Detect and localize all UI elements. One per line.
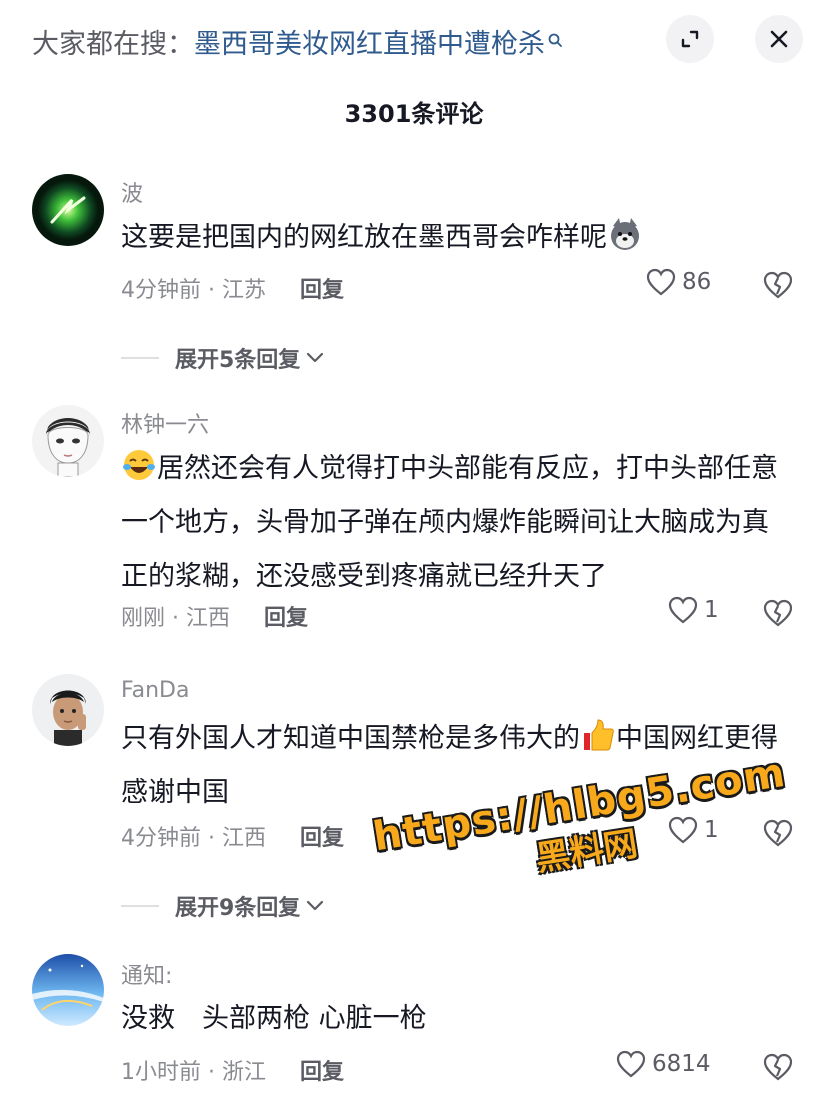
thumbs-up-emoji-icon [580, 717, 616, 753]
divider-line [121, 357, 159, 359]
username[interactable]: 通知: [121, 958, 172, 990]
reply-button[interactable]: 回复 [264, 606, 308, 631]
dislike-button[interactable] [762, 598, 794, 632]
dislike-button[interactable] [762, 270, 794, 304]
like-button[interactable]: 1 [668, 596, 719, 624]
username[interactable]: 波 [121, 176, 143, 208]
heart-icon [616, 1050, 646, 1078]
like-button[interactable]: 6814 [616, 1050, 711, 1078]
close-button[interactable] [755, 15, 803, 63]
comment-text-content: 这要是把国内的网红放在墨西哥会咋样呢 [121, 222, 607, 253]
expand-replies-button[interactable]: 展开5条回复 [121, 342, 324, 374]
expand-replies-label: 展开5条回复 [175, 348, 301, 373]
avatar[interactable] [32, 174, 104, 246]
search-query-link[interactable]: 墨西哥美妆网红直播中遭枪杀 [194, 29, 545, 60]
reply-button[interactable]: 回复 [300, 826, 344, 851]
heart-icon [668, 596, 698, 624]
comment-time-location: 4分钟前 · 江苏 [121, 278, 266, 303]
expand-replies-button[interactable]: 展开9条回复 [121, 890, 324, 922]
laughing-crying-emoji-icon [121, 447, 157, 483]
username[interactable]: 林钟一六 [121, 407, 209, 439]
comment-text-before: 只有外国人才知道中国禁枪是多伟大的 [121, 723, 580, 754]
broken-heart-icon [763, 599, 793, 627]
reply-button[interactable]: 回复 [300, 278, 344, 303]
reply-button[interactable]: 回复 [300, 1060, 344, 1085]
search-prefix: 大家都在搜： [32, 29, 194, 60]
broken-heart-icon [763, 271, 793, 299]
comment-time-location: 刚刚 · 江西 [121, 606, 230, 631]
chevron-down-icon [307, 352, 324, 363]
avatar[interactable] [32, 954, 104, 1026]
dislike-button[interactable] [762, 1052, 794, 1086]
expand-icon [681, 30, 699, 48]
like-count: 86 [682, 269, 712, 295]
comment-text-content: 居然还会有人觉得打中头部能有反应，打中头部任意一个地方，头骨加子弹在颅内爆炸能瞬… [121, 453, 778, 592]
search-icon [547, 24, 563, 55]
like-button[interactable]: 86 [646, 268, 711, 296]
comment-time-location: 1小时前 · 浙江 [121, 1060, 266, 1085]
comment-meta: 4分钟前 · 江苏 回复 [121, 272, 344, 304]
comment-text: 没救 头部两枪 心脏一枪 [121, 1003, 427, 1034]
comment-meta: 刚刚 · 江西 回复 [121, 600, 308, 632]
wolf-emoji-icon [607, 216, 643, 252]
comment-meta: 4分钟前 · 江西 回复 [121, 820, 344, 852]
chevron-down-icon [307, 900, 324, 911]
like-count: 6814 [652, 1051, 711, 1077]
comment-count: 3301条评论 [344, 100, 484, 128]
comment-text: 居然还会有人觉得打中头部能有反应，打中头部任意一个地方，头骨加子弹在颅内爆炸能瞬… [121, 442, 791, 604]
broken-heart-icon [763, 1053, 793, 1081]
username[interactable]: FanDa [121, 678, 189, 703]
expand-button[interactable] [666, 15, 714, 63]
comment-meta: 1小时前 · 浙江 回复 [121, 1054, 344, 1086]
divider-line [121, 905, 159, 907]
close-icon [770, 30, 788, 48]
comment-text: 这要是把国内的网红放在墨西哥会咋样呢 [121, 211, 791, 265]
expand-replies-label: 展开9条回复 [175, 896, 301, 921]
search-suggestion[interactable]: 大家都在搜：墨西哥美妆网红直播中遭枪杀 [32, 22, 563, 61]
avatar[interactable] [32, 674, 104, 746]
comment-time-location: 4分钟前 · 江西 [121, 826, 266, 851]
heart-icon [646, 268, 676, 296]
like-count: 1 [704, 597, 719, 623]
top-bar: 大家都在搜：墨西哥美妆网红直播中遭枪杀 [0, 0, 828, 84]
avatar[interactable] [32, 405, 104, 477]
